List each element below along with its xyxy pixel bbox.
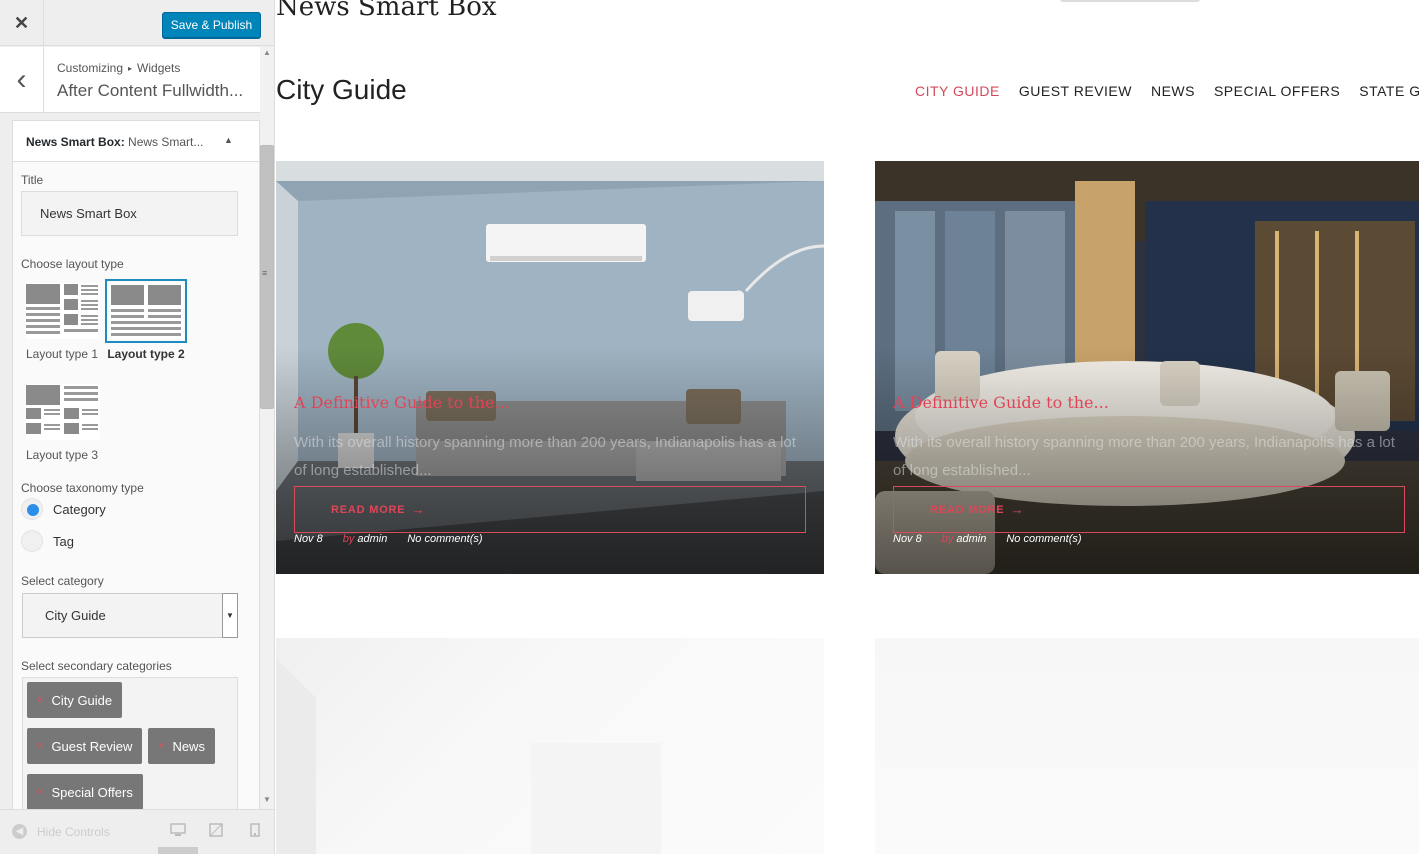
breadcrumb-item-widgets: Widgets xyxy=(137,61,181,75)
tag-label: Guest Review xyxy=(51,738,133,754)
post-by-label: by xyxy=(342,533,355,545)
post-by-label: by xyxy=(941,533,954,545)
scroll-up-arrow-icon[interactable]: ▲ xyxy=(263,48,271,57)
widget-header[interactable]: News Smart Box: News Smart... ▲ xyxy=(13,121,259,162)
customizer-sidebar: ✕ Save & Publish ‹ Customizing ▸ Widgets A… xyxy=(0,0,275,854)
secondary-categories-label: Select secondary categories xyxy=(21,659,172,673)
post-card[interactable]: A Definitive Guide to the... With its ov… xyxy=(875,161,1419,574)
arrow-right-icon: → xyxy=(1010,502,1025,517)
box-title: City Guide xyxy=(276,74,407,105)
post-excerpt: With its overall history spanning more t… xyxy=(893,434,1395,479)
widget-title: News Smart Box xyxy=(276,0,497,22)
read-more-label: READ MORE xyxy=(331,503,406,516)
hide-controls-label: Hide Controls xyxy=(37,824,110,839)
tab-special-offers[interactable]: SPECIAL OFFERS xyxy=(1214,83,1340,99)
post-author[interactable]: admin xyxy=(357,533,387,545)
hide-controls-button[interactable]: ◀ Hide Controls xyxy=(12,824,110,839)
category-nav: CITY GUIDE GUEST REVIEW NEWS SPECIAL OFF… xyxy=(915,83,1419,99)
tag-label: Special Offers xyxy=(51,784,133,800)
read-more-label: READ MORE xyxy=(930,503,1005,516)
post-excerpt: With its overall history spanning more t… xyxy=(294,434,796,479)
tablet-preview-icon[interactable] xyxy=(209,823,223,837)
taxonomy-tag-radio[interactable] xyxy=(21,530,43,552)
tab-city-guide[interactable]: CITY GUIDE xyxy=(915,83,1000,99)
post-title[interactable]: A Definitive Guide to the... xyxy=(294,393,510,412)
tab-state-guide[interactable]: STATE GUIDE xyxy=(1359,83,1419,99)
save-publish-button[interactable]: Save & Publish xyxy=(162,12,261,38)
back-button[interactable]: ‹ xyxy=(0,47,44,113)
footer-drag-handle xyxy=(158,847,198,854)
post-title[interactable]: A Definitive Guide to the... xyxy=(893,393,1109,412)
secondary-tag-special-offers[interactable]: × Special Offers xyxy=(27,774,143,810)
faded-post-image xyxy=(276,658,661,854)
customizer-footer: ◀ Hide Controls xyxy=(0,809,274,854)
select-category-label: Select category xyxy=(21,574,104,588)
section-header: ‹ Customizing ▸ Widgets After Content Full… xyxy=(0,47,260,113)
post-comments[interactable]: No comment(s) xyxy=(407,533,482,545)
breadcrumb-item-customizing: Customizing xyxy=(57,61,124,75)
layout-type-label: Choose layout type xyxy=(21,257,124,271)
layout-2-thumbnail-icon xyxy=(111,285,181,336)
title-label: Title xyxy=(21,173,44,187)
scrollbar-grip-icon: ≡ xyxy=(262,268,268,278)
close-customizer-button[interactable]: ✕ xyxy=(0,0,44,46)
tab-news[interactable]: NEWS xyxy=(1151,83,1195,99)
tab-guest-review[interactable]: GUEST REVIEW xyxy=(1019,83,1132,99)
mobile-preview-icon[interactable] xyxy=(250,823,260,837)
remove-tag-icon[interactable]: × xyxy=(158,740,164,752)
secondary-tag-city-guide[interactable]: × City Guide xyxy=(27,682,123,718)
post-meta: Nov 8 by admin No comment(s) xyxy=(294,533,483,545)
post-comments[interactable]: No comment(s) xyxy=(1006,533,1081,545)
layout-type-2-label: Layout type 2 xyxy=(107,347,185,361)
widget-type-label: News Smart Box: xyxy=(26,135,125,149)
arrow-left-circle-icon: ◀ xyxy=(12,824,27,839)
layout-type-1-label: Layout type 1 xyxy=(25,347,99,361)
read-more-button[interactable]: READ MORE → xyxy=(893,486,1405,533)
breadcrumb-separator-icon: ▸ xyxy=(128,64,133,73)
remove-tag-icon[interactable]: × xyxy=(37,786,43,798)
remove-tag-icon[interactable]: × xyxy=(37,694,43,706)
layout-type-3-label: Layout type 3 xyxy=(25,448,99,462)
layout-1-thumbnail-icon xyxy=(26,284,98,334)
customizer-topbar: ✕ Save & Publish xyxy=(0,0,274,46)
close-icon: ✕ xyxy=(13,12,30,33)
post-date: Nov 8 xyxy=(294,533,323,545)
taxonomy-category-label: Category xyxy=(53,502,106,517)
taxonomy-type-label: Choose taxonomy type xyxy=(21,481,144,495)
title-input[interactable]: News Smart Box xyxy=(21,191,238,236)
site-preview: News Smart Box City Guide CITY GUIDE GUE… xyxy=(275,0,1419,854)
post-author[interactable]: admin xyxy=(956,533,986,545)
post-card-placeholder xyxy=(276,638,824,854)
post-card[interactable]: A Definitive Guide to the... With its ov… xyxy=(276,161,824,574)
secondary-tag-guest-review[interactable]: × Guest Review xyxy=(27,728,143,764)
desktop-preview-icon[interactable] xyxy=(170,823,186,837)
secondary-tag-news[interactable]: × News xyxy=(148,728,215,764)
layout-type-3-option[interactable] xyxy=(26,384,100,440)
category-select[interactable]: City Guide xyxy=(22,593,238,638)
widget-instance-name: News Smart... xyxy=(128,135,204,149)
tag-label: News xyxy=(172,738,205,754)
taxonomy-category-radio[interactable] xyxy=(21,498,43,520)
collapse-arrow-icon[interactable]: ▲ xyxy=(224,135,233,145)
tag-label: City Guide xyxy=(51,692,113,708)
layout-type-1-option[interactable] xyxy=(26,283,100,339)
cut-off-element xyxy=(1060,0,1200,2)
post-card-placeholder xyxy=(875,638,1419,854)
section-title: After Content Fullwidth... xyxy=(57,81,244,100)
layout-3-thumbnail-icon xyxy=(26,385,98,434)
read-more-button[interactable]: READ MORE → xyxy=(294,486,806,533)
taxonomy-tag-label: Tag xyxy=(53,534,74,549)
chevron-down-icon[interactable]: ▼ xyxy=(222,593,238,638)
chevron-left-icon: ‹ xyxy=(16,63,27,96)
widget-header-title: News Smart Box: News Smart... xyxy=(26,135,203,149)
post-date: Nov 8 xyxy=(893,533,922,545)
remove-tag-icon[interactable]: × xyxy=(37,740,43,752)
breadcrumb: Customizing ▸ Widgets xyxy=(57,61,180,75)
layout-type-2-option[interactable] xyxy=(105,279,187,343)
arrow-right-icon: → xyxy=(411,502,426,517)
scroll-down-arrow-icon[interactable]: ▼ xyxy=(263,795,271,804)
post-meta: Nov 8 by admin No comment(s) xyxy=(893,533,1082,545)
